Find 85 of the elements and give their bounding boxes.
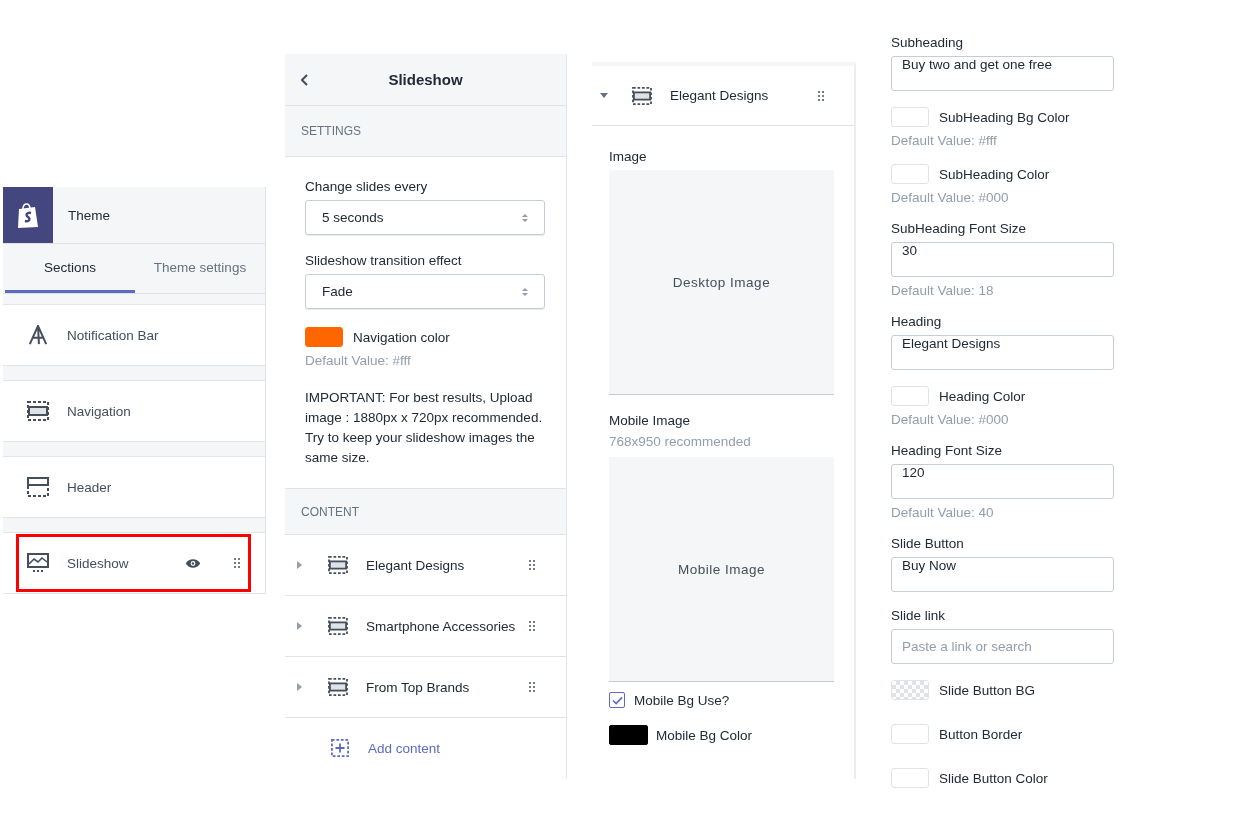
drag-handle-icon[interactable] xyxy=(529,621,535,631)
field-label: Slideshow transition effect xyxy=(305,253,463,268)
add-content-link[interactable]: Add content xyxy=(368,740,441,756)
tab[interactable]: Theme settings xyxy=(135,244,265,293)
field-label: SubHeading Font Size xyxy=(891,221,1028,236)
field-label: SubHeading Bg Color xyxy=(939,109,1070,125)
panel-title: Slideshow xyxy=(388,71,463,88)
text-field[interactable]: 120 xyxy=(891,464,1114,499)
block-title: Elegant Designs xyxy=(670,88,770,103)
section-block-icon xyxy=(328,678,348,696)
section-item[interactable]: Header xyxy=(3,456,265,518)
image-chart-icon xyxy=(27,553,49,573)
block-label: From Top Brands xyxy=(366,679,471,695)
section-item[interactable]: Navigation xyxy=(3,380,265,442)
section-label: Header xyxy=(67,479,113,495)
field-label: Subheading xyxy=(891,35,965,50)
text-field[interactable]: Buy Now xyxy=(891,557,1114,592)
back-chevron-icon[interactable] xyxy=(301,73,309,86)
field-label: Slide Button Color xyxy=(939,770,1048,786)
field-label: Slide link xyxy=(891,608,947,623)
field-label: Slide Button xyxy=(891,536,965,551)
content-block-row[interactable]: From Top Brands xyxy=(285,657,566,718)
select-field[interactable]: 5 seconds xyxy=(305,200,545,235)
section-item[interactable]: Notification Bar xyxy=(3,304,265,366)
field-label: Heading xyxy=(891,314,943,329)
section-label: Notification Bar xyxy=(67,327,160,343)
add-block-icon xyxy=(330,739,350,757)
help-text: Default Value: #000 xyxy=(891,190,1010,205)
content-block-row[interactable]: Elegant Designs xyxy=(285,535,566,596)
group-heading: SETTINGS xyxy=(301,124,361,138)
image-picker[interactable]: Desktop Image xyxy=(609,170,834,395)
help-text: Default Value: 40 xyxy=(891,505,995,520)
help-text: Default Value: #fff xyxy=(305,353,412,368)
drag-handle-icon[interactable] xyxy=(529,560,535,570)
text-field[interactable]: 30 xyxy=(891,242,1114,277)
image-picker[interactable]: Mobile Image xyxy=(609,457,834,682)
block-label: Smartphone Accessories xyxy=(366,618,517,634)
font-letter-icon xyxy=(27,325,49,345)
block-label: Elegant Designs xyxy=(366,557,466,573)
help-text: Default Value: #fff xyxy=(891,133,998,148)
sort-arrows-icon xyxy=(522,212,528,223)
content-block-row[interactable]: Smartphone Accessories xyxy=(285,596,566,657)
drag-handle-icon[interactable] xyxy=(818,90,824,101)
expand-triangle-icon[interactable] xyxy=(297,561,302,569)
transparent-swatch[interactable] xyxy=(891,680,929,700)
help-text: Default Value: #000 xyxy=(891,412,1010,427)
sort-arrows-icon xyxy=(522,286,528,297)
section-block-icon xyxy=(328,556,348,574)
checkbox-label: Mobile Bg Use? xyxy=(634,692,730,708)
group-heading: CONTENT xyxy=(301,504,359,519)
collapse-triangle-icon[interactable] xyxy=(600,93,608,98)
navigation-block-icon xyxy=(27,401,49,421)
field-label: Button Border xyxy=(939,726,1023,742)
section-item[interactable]: Slideshow xyxy=(3,532,265,594)
section-block-icon xyxy=(632,86,652,105)
field-label: SubHeading Color xyxy=(939,166,1050,182)
tab[interactable]: Sections xyxy=(5,244,135,293)
help-text: IMPORTANT: For best results, Upload image : 1880px x 720px recommended. Try to keep your slideshow images the same size. xyxy=(305,389,544,467)
field-label: Slide Button BG xyxy=(939,682,1036,698)
color-swatch[interactable] xyxy=(305,327,343,347)
field-label: Mobile Bg Color xyxy=(656,727,753,743)
eye-icon[interactable] xyxy=(185,557,201,569)
help-text: 768x950 recommended xyxy=(609,434,752,449)
help-text: Default Value: 18 xyxy=(891,283,995,298)
field-label: Change slides every xyxy=(305,179,429,194)
select-field[interactable]: Fade xyxy=(305,274,545,309)
expand-triangle-icon[interactable] xyxy=(297,683,302,691)
section-label: Slideshow xyxy=(67,555,130,571)
field-label: Heading Font Size xyxy=(891,443,1004,458)
text-field[interactable]: Buy two and get one free xyxy=(891,56,1114,91)
expand-triangle-icon[interactable] xyxy=(297,622,302,630)
field-label: Image xyxy=(609,149,648,164)
header-block-icon xyxy=(27,477,49,497)
panel-title: Theme xyxy=(68,207,111,223)
field-label: Navigation color xyxy=(353,329,450,345)
field-label: Heading Color xyxy=(939,388,1026,404)
color-swatch[interactable] xyxy=(609,725,648,745)
section-block-icon xyxy=(328,617,348,635)
section-label: Navigation xyxy=(67,403,132,419)
field-label: Mobile Image xyxy=(609,413,692,428)
text-field[interactable]: Elegant Designs xyxy=(891,335,1114,370)
checkbox[interactable] xyxy=(609,692,625,708)
drag-handle-icon[interactable] xyxy=(529,682,535,692)
drag-handle-icon[interactable] xyxy=(234,558,240,568)
text-field[interactable]: Paste a link or search xyxy=(891,629,1114,664)
